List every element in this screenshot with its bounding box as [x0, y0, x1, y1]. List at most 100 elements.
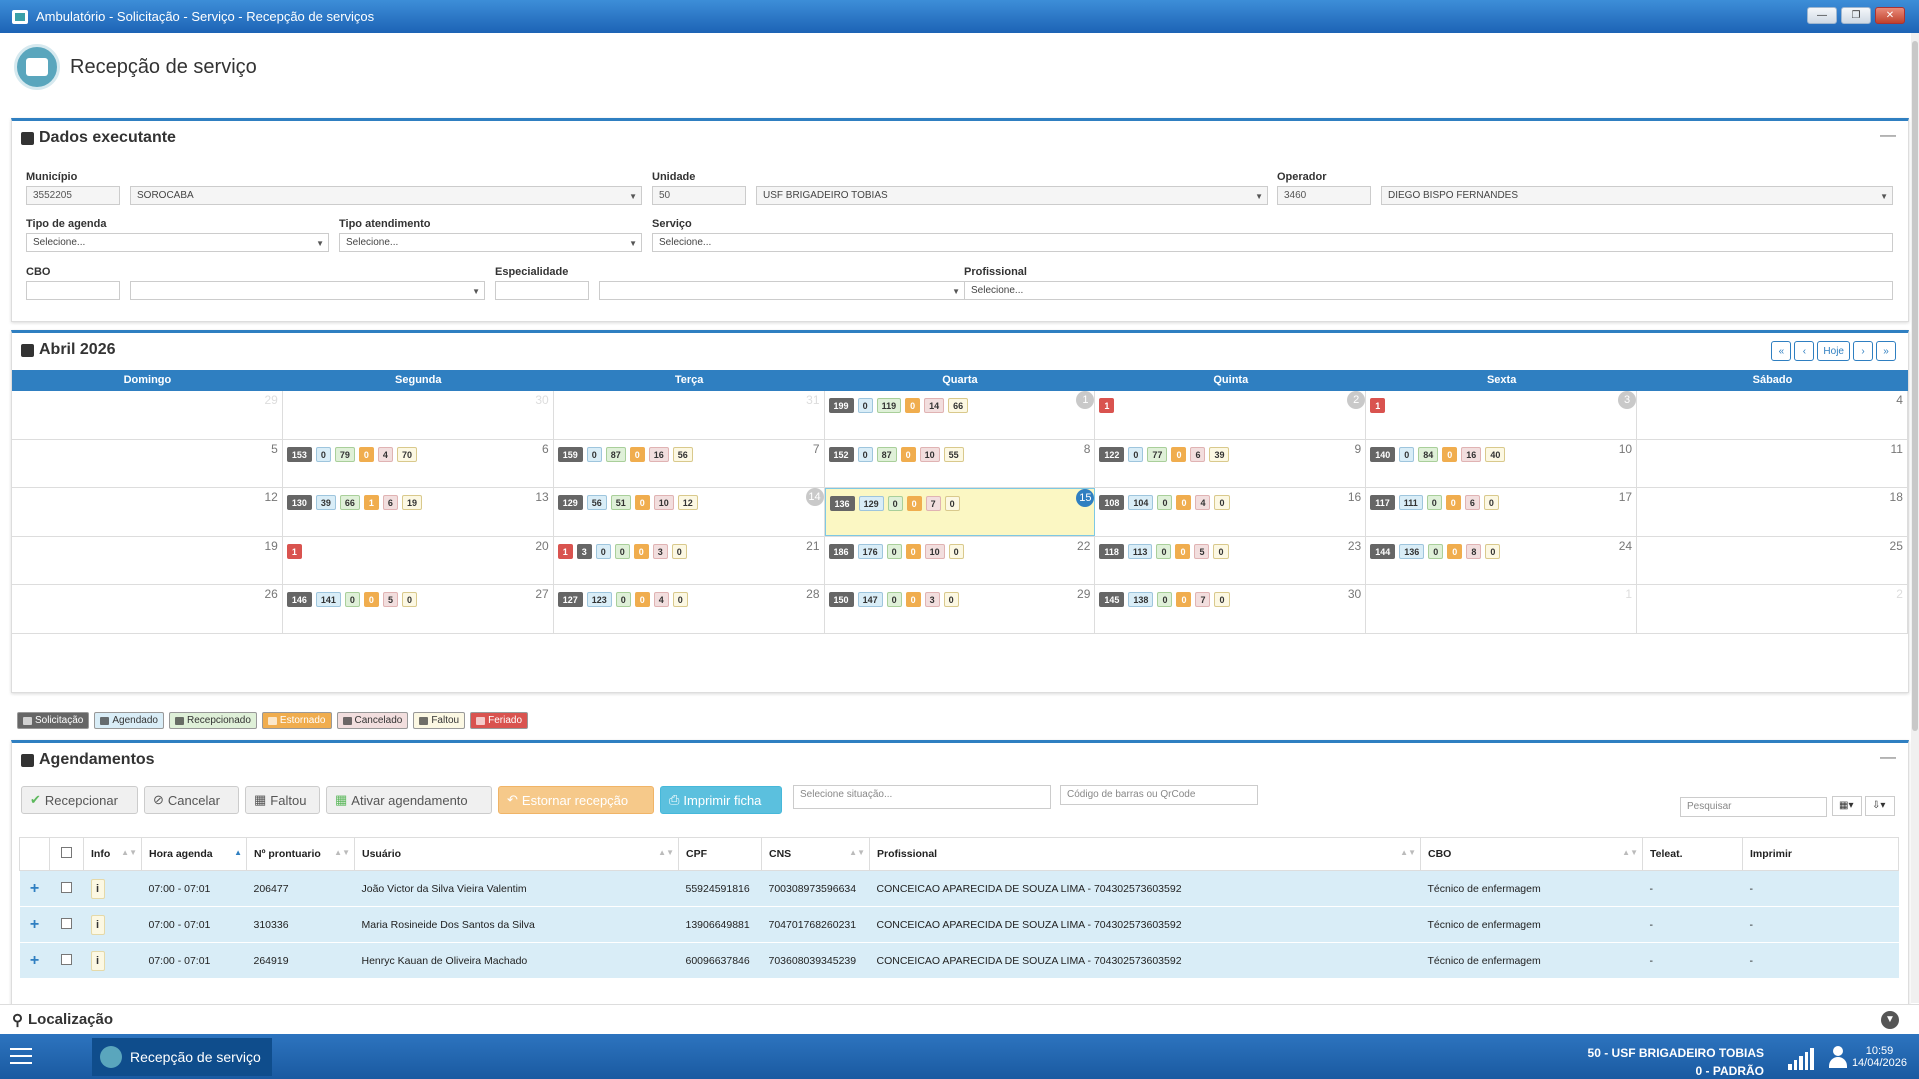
column-header-cns[interactable]: CNS ▲▼ — [761, 837, 870, 871]
info-icon[interactable]: i — [90, 950, 105, 971]
calendar-day[interactable]: 1 — [1366, 585, 1638, 633]
count-badge[interactable]: 10 — [919, 446, 940, 462]
column-header-teleat[interactable]: Teleat. — [1642, 837, 1743, 871]
count-badge[interactable]: 0 — [1213, 543, 1229, 559]
count-badge[interactable]: 127 — [557, 592, 583, 607]
count-badge[interactable]: 0 — [1175, 543, 1191, 559]
prev-year-button[interactable]: « — [1771, 341, 1792, 361]
count-badge[interactable]: 122 — [1099, 446, 1125, 462]
count-badge[interactable]: 0 — [1157, 495, 1173, 510]
count-badge[interactable]: 39 — [315, 495, 336, 510]
count-badge[interactable]: 0 — [633, 543, 649, 559]
count-badge[interactable]: 0 — [358, 446, 374, 462]
calendar-day[interactable]: 12 — [12, 488, 283, 536]
ativar-agendamento-button[interactable]: ▦ Ativar agendamento — [326, 786, 492, 814]
count-badge[interactable]: 1 — [1099, 398, 1115, 413]
info-button[interactable]: i — [83, 906, 142, 943]
count-badge[interactable]: 0 — [943, 592, 959, 607]
table-row[interactable]: + i 07:00 - 07:01 264919 Henryc Kauan de Oli… — [19, 942, 1899, 979]
count-badge[interactable]: 40 — [1485, 446, 1506, 462]
count-badge[interactable]: 199 — [828, 398, 854, 413]
taskbar-item-recepcao[interactable]: Recepção de serviço — [92, 1038, 272, 1076]
expand-row-button[interactable]: + — [19, 870, 50, 907]
unidade-select[interactable]: USF BRIGADEIRO TOBIAS ▼ — [756, 186, 1268, 205]
count-badge[interactable]: 39 — [1209, 446, 1230, 462]
count-badge[interactable]: 66 — [339, 495, 360, 510]
column-header-info[interactable]: Info ▲▼ — [83, 837, 142, 871]
count-badge[interactable]: 130 — [286, 495, 312, 510]
checkbox[interactable] — [61, 917, 72, 929]
table-row[interactable]: + i 07:00 - 07:01 310336 Maria Rosineide Dos… — [19, 906, 1899, 943]
calendar-day[interactable]: 9 122 0 77 0 6 39 — [1095, 439, 1367, 487]
count-badge[interactable]: 111 — [1398, 495, 1423, 510]
calendar-day[interactable]: 10 140 0 84 0 16 40 — [1366, 439, 1638, 487]
count-badge[interactable]: 0 — [1171, 446, 1187, 462]
count-badge[interactable]: 0 — [887, 496, 903, 511]
count-badge[interactable]: 0 — [615, 592, 631, 607]
calendar-day[interactable]: 21 — [1095, 391, 1367, 439]
chevron-down-icon[interactable]: ▼ — [1881, 1011, 1899, 1029]
checkbox[interactable] — [61, 953, 72, 965]
count-badge[interactable]: 129 — [557, 495, 583, 510]
export-button[interactable]: ⇩▾ — [1865, 796, 1895, 816]
count-badge[interactable]: 0 — [905, 543, 921, 559]
count-badge[interactable]: 136 — [829, 496, 855, 511]
row-checkbox[interactable] — [49, 942, 84, 979]
count-badge[interactable]: 0 — [857, 446, 873, 462]
calendar-day[interactable]: 26 — [12, 585, 283, 633]
calendar-day[interactable]: 2 — [1637, 585, 1908, 633]
cancelar-button[interactable]: ⊘ Cancelar — [144, 786, 239, 814]
count-badge[interactable]: 1 — [286, 543, 302, 559]
count-badge[interactable]: 0 — [1128, 446, 1144, 462]
calendar-day[interactable]: 18 — [1637, 488, 1908, 536]
calendar-day[interactable]: 4 — [1637, 391, 1908, 439]
count-badge[interactable]: 113 — [1127, 543, 1153, 559]
search-input[interactable]: Pesquisar — [1680, 797, 1827, 817]
estornar-recepcao-button[interactable]: ↶ Estornar recepção — [498, 786, 654, 814]
collapse-icon[interactable]: — — [1880, 127, 1896, 145]
count-badge[interactable]: 14 — [924, 398, 945, 413]
count-badge[interactable]: 0 — [1176, 495, 1192, 510]
column-header-prontuario[interactable]: Nº prontuario ▲▼ — [246, 837, 355, 871]
count-badge[interactable]: 0 — [401, 592, 417, 607]
page-scrollbar[interactable] — [1911, 33, 1919, 1003]
minimize-button[interactable]: — — [1807, 7, 1837, 24]
count-badge[interactable]: 186 — [828, 543, 854, 559]
profissional-select[interactable]: Selecione... — [964, 281, 1893, 300]
count-badge[interactable]: 159 — [557, 446, 583, 462]
row-checkbox[interactable] — [49, 906, 84, 943]
count-badge[interactable]: 16 — [1461, 446, 1482, 462]
count-badge[interactable]: 0 — [586, 446, 602, 462]
calendar-day[interactable]: 16 108 104 0 0 4 0 — [1095, 488, 1367, 536]
count-badge[interactable]: 118 — [1099, 543, 1124, 559]
count-badge[interactable]: 0 — [900, 446, 916, 462]
table-row[interactable]: + i 07:00 - 07:01 206477 João Victor da Silv… — [19, 870, 1899, 907]
count-badge[interactable]: 0 — [1156, 543, 1172, 559]
column-header-imprimir[interactable]: Imprimir — [1742, 837, 1899, 871]
count-badge[interactable]: 77 — [1147, 446, 1168, 462]
calendar-day[interactable]: 6 153 0 79 0 4 70 — [283, 439, 554, 487]
count-badge[interactable]: 176 — [857, 543, 883, 559]
faltou-button[interactable]: ▦ Faltou — [245, 786, 320, 814]
count-badge[interactable]: 7 — [925, 496, 941, 511]
column-header-usuario[interactable]: Usuário ▲▼ — [354, 837, 679, 871]
count-badge[interactable]: 0 — [1426, 495, 1442, 510]
count-badge[interactable]: 104 — [1128, 495, 1154, 510]
count-badge[interactable]: 56 — [586, 495, 607, 510]
count-badge[interactable]: 0 — [1214, 495, 1230, 510]
count-badge[interactable]: 0 — [344, 592, 360, 607]
count-badge[interactable]: 136 — [1399, 543, 1425, 559]
count-badge[interactable]: 0 — [906, 496, 922, 511]
info-button[interactable]: i — [83, 870, 142, 907]
count-badge[interactable]: 0 — [944, 496, 960, 511]
count-badge[interactable]: 1 — [1370, 398, 1386, 413]
count-badge[interactable]: 0 — [672, 592, 688, 607]
count-badge[interactable]: 0 — [671, 543, 687, 559]
maximize-button[interactable]: ❐ — [1841, 7, 1871, 24]
count-badge[interactable]: 123 — [586, 592, 612, 607]
calendar-day[interactable]: 22 186 176 0 0 10 0 — [825, 536, 1096, 584]
count-badge[interactable]: 0 — [634, 592, 650, 607]
count-badge[interactable]: 0 — [1157, 592, 1173, 607]
count-badge[interactable]: 138 — [1128, 592, 1154, 607]
calendar-day[interactable]: 23 118 113 0 0 5 0 — [1095, 536, 1367, 584]
